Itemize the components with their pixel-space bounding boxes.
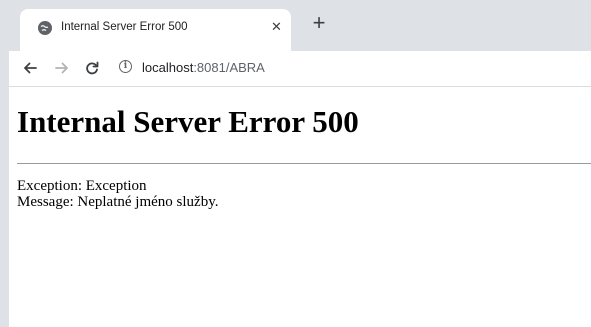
globe-icon: [38, 21, 52, 35]
browser-toolbar: i localhost:8081/ABRA: [9, 51, 591, 87]
new-tab-button[interactable]: +: [307, 12, 331, 36]
forward-arrow-icon: [55, 62, 68, 74]
url-path: :8081/ABRA: [193, 60, 265, 75]
divider: [17, 163, 591, 164]
forward-button[interactable]: [52, 58, 72, 78]
address-bar[interactable]: localhost:8081/ABRA: [142, 60, 265, 75]
message-text: Message: Neplatné jméno služby.: [17, 194, 219, 210]
page-title: Internal Server Error 500: [17, 104, 359, 139]
browser-tab[interactable]: Internal Server Error 500 ✕: [20, 9, 291, 51]
exception-text: Exception: Exception: [17, 178, 147, 194]
reload-icon: [86, 61, 99, 75]
tab-close-icon[interactable]: ✕: [271, 19, 282, 35]
tab-title: Internal Server Error 500: [61, 21, 188, 33]
reload-button[interactable]: [82, 58, 102, 78]
page-content: Internal Server Error 500 Exception: Exc…: [17, 88, 591, 327]
back-button[interactable]: [20, 58, 40, 78]
window-frame-left: [0, 0, 9, 327]
site-info-icon[interactable]: i: [119, 60, 132, 73]
back-arrow-icon: [24, 62, 37, 74]
tab-strip: Internal Server Error 500 ✕ +: [9, 0, 591, 51]
url-host: localhost: [142, 60, 194, 75]
